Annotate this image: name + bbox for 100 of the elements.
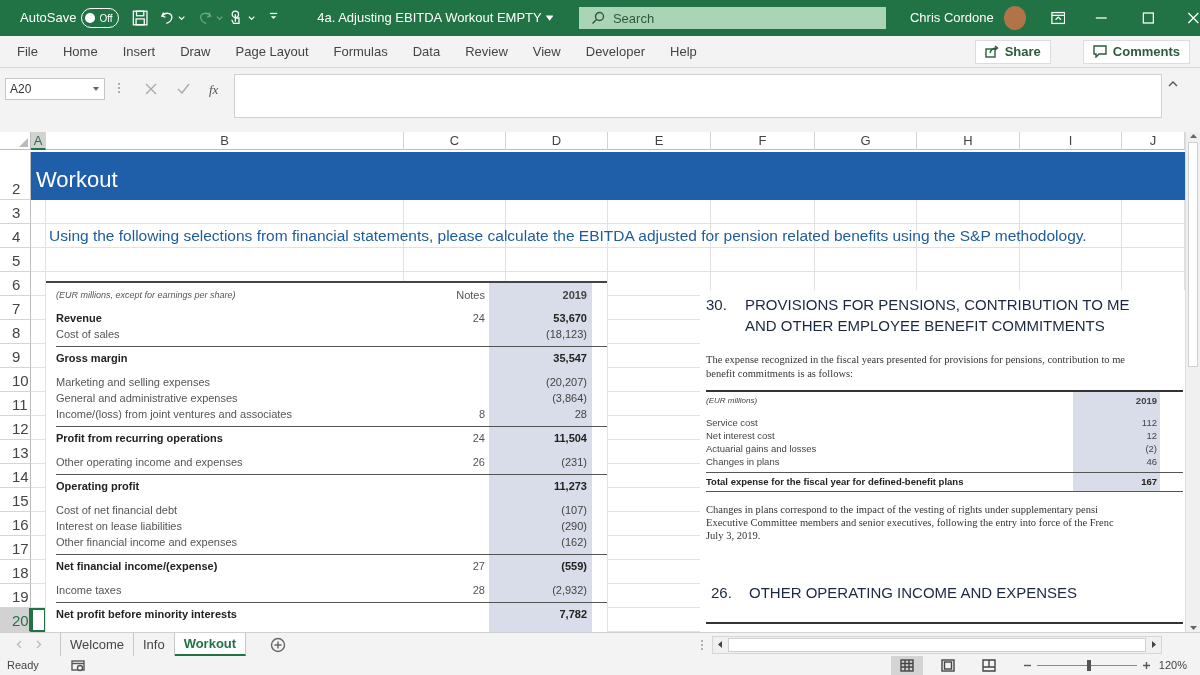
line-item-label: Actuarial gains and losses xyxy=(706,442,818,455)
note-number: 27 xyxy=(471,559,485,574)
horizontal-scrollbar[interactable] xyxy=(712,635,1163,654)
row-header[interactable]: 12 xyxy=(0,416,31,440)
row-header[interactable]: 7 xyxy=(0,296,31,320)
row-header[interactable]: 16 xyxy=(0,512,31,536)
column-header[interactable]: E xyxy=(608,132,711,150)
ribbon-tab[interactable]: File xyxy=(17,41,38,62)
line-item-label: Income/(loss) from joint ventures and associates xyxy=(56,407,293,422)
comments-button[interactable]: Comments xyxy=(1082,39,1190,64)
document-title[interactable]: 4a. Adjusting EBITDA Workout EMPTY xyxy=(317,8,542,28)
row-header[interactable]: 10 xyxy=(0,368,31,392)
amount: (107) xyxy=(560,503,588,518)
ribbon-tab[interactable]: Home xyxy=(62,41,98,62)
formula-input[interactable] xyxy=(234,74,1162,118)
search-field[interactable]: Search xyxy=(578,7,886,29)
zoom-in-icon[interactable] xyxy=(1141,661,1151,670)
maximize-icon[interactable] xyxy=(1141,11,1155,25)
split-handle-icon[interactable] xyxy=(700,638,705,651)
scroll-right-icon[interactable] xyxy=(1150,640,1159,649)
collapse-icon[interactable] xyxy=(1168,80,1178,88)
ribbon-tab[interactable]: Review xyxy=(465,41,508,62)
row-header[interactable]: 15 xyxy=(0,488,31,512)
column-heading: Notes xyxy=(455,288,485,303)
amount: (3,864) xyxy=(551,391,588,406)
close-icon[interactable] xyxy=(1187,11,1200,25)
ribbon-tab[interactable]: Draw xyxy=(180,41,211,62)
autosave-label: AutoSave xyxy=(20,9,77,28)
macro-recording-icon[interactable] xyxy=(70,659,85,672)
ribbon-tab[interactable]: Page Layout xyxy=(235,41,309,62)
line-item-label: Service cost xyxy=(706,416,759,429)
column-header[interactable]: C xyxy=(404,132,506,150)
row-header[interactable]: 14 xyxy=(0,464,31,488)
caret-icon[interactable] xyxy=(545,14,553,22)
ribbon-display-icon[interactable] xyxy=(1050,11,1066,25)
row-header[interactable]: 6 xyxy=(0,272,31,296)
row-header[interactable]: 4 xyxy=(0,224,31,248)
note-paragraph: The expense recognized in the fiscal years presented for provisions for pensions, contribution to me benefit commitments is as follows: xyxy=(706,353,1126,381)
comment-icon xyxy=(1092,45,1107,58)
column-header[interactable]: B xyxy=(46,132,404,150)
user-name[interactable]: Chris Cordone xyxy=(909,8,994,28)
column-header[interactable]: J xyxy=(1122,132,1185,150)
row-header[interactable]: 5 xyxy=(0,248,31,272)
line-item-label: Net profit before minority interests xyxy=(56,607,238,622)
name-box[interactable]: A20 xyxy=(5,78,105,100)
column-header[interactable]: F xyxy=(711,132,815,150)
column-header[interactable]: I xyxy=(1020,132,1122,150)
check-icon[interactable] xyxy=(177,83,190,95)
amount: (559) xyxy=(560,559,588,574)
note-number: 26. xyxy=(711,583,733,603)
amount: 112 xyxy=(1140,416,1158,429)
row-header[interactable]: 8 xyxy=(0,320,31,344)
row-header[interactable]: 9 xyxy=(0,344,31,368)
ribbon-tab[interactable]: Insert xyxy=(122,41,156,62)
amount: 53,670 xyxy=(552,311,588,326)
normal-view-icon[interactable] xyxy=(899,659,914,672)
search-icon xyxy=(590,11,605,25)
page-break-preview-icon[interactable] xyxy=(981,659,996,672)
zoom-slider[interactable] xyxy=(1036,660,1137,671)
amount: (231) xyxy=(560,455,588,470)
row-header[interactable]: 3 xyxy=(0,200,31,224)
line-item-label: Cost of sales xyxy=(56,327,121,342)
row-header[interactable]: 20 xyxy=(0,608,31,632)
scroll-left-icon[interactable] xyxy=(716,640,725,649)
vertical-scrollbar[interactable] xyxy=(1185,132,1200,632)
column-header[interactable]: G xyxy=(815,132,917,150)
zoom-level[interactable]: 120% xyxy=(1158,657,1187,674)
instruction-text: Using the following selections from financial statements, please calculate the EBITDA adjusted for pension related benefits using the S&P methodology. xyxy=(48,226,1088,246)
share-button[interactable]: Share xyxy=(974,39,1051,64)
add-sheet-icon[interactable] xyxy=(270,636,287,653)
insert-function-button[interactable]: fx xyxy=(209,80,219,100)
row-header[interactable]: 17 xyxy=(0,536,31,560)
sheet-tab[interactable]: Workout xyxy=(174,633,247,656)
note-number: 8 xyxy=(477,407,485,422)
amount: (290) xyxy=(560,519,588,534)
line-item-label: Revenue xyxy=(56,311,103,326)
ribbon-tab[interactable]: Developer xyxy=(585,41,645,62)
ribbon-tab[interactable]: Formulas xyxy=(333,41,388,62)
line-item-label: Other operating income and expenses xyxy=(56,455,244,470)
caret-icon[interactable] xyxy=(247,14,256,22)
column-header[interactable]: D xyxy=(506,132,608,150)
row-header[interactable]: 18 xyxy=(0,560,31,584)
status-text: Ready xyxy=(7,658,39,674)
note-number: 26 xyxy=(471,455,485,470)
sheet-title: Workout xyxy=(31,152,1185,200)
page-layout-icon[interactable] xyxy=(940,659,955,672)
slider-thumb[interactable] xyxy=(1086,660,1091,671)
amount: 12 xyxy=(1145,429,1158,442)
ribbon-tab[interactable]: Data xyxy=(412,41,441,62)
row-header[interactable]: 11 xyxy=(0,392,31,416)
ribbon-tab[interactable]: Help xyxy=(670,41,697,62)
row-header[interactable]: 13 xyxy=(0,440,31,464)
column-header[interactable]: H xyxy=(917,132,1020,150)
caret-icon[interactable] xyxy=(178,14,186,22)
column-header[interactable]: A xyxy=(31,132,46,150)
line-item-label: Other financial income and expenses xyxy=(56,535,238,550)
ribbon-tab[interactable]: View xyxy=(532,41,561,62)
save-icon[interactable] xyxy=(131,9,148,27)
line-item-label: Interest on lease liabilities xyxy=(56,519,183,534)
undo-icon[interactable] xyxy=(159,9,175,27)
